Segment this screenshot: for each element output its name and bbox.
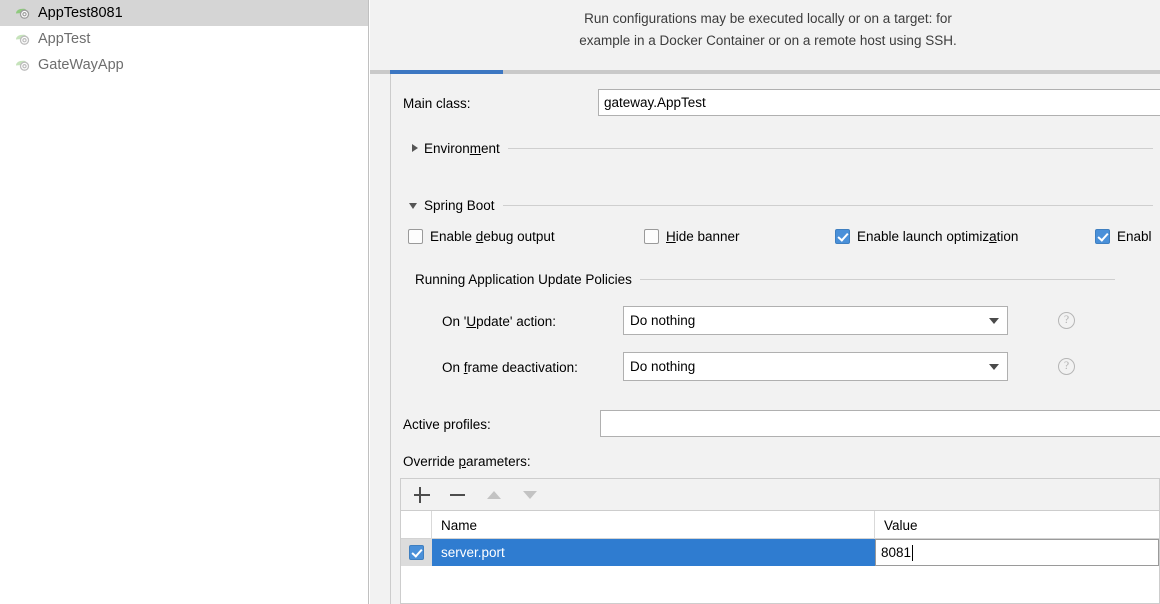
sidebar-item-gatewayapp[interactable]: GateWayApp [0, 52, 368, 78]
group-update-policies: Running Application Update Policies [415, 270, 1115, 288]
checkbox-enable-jmx-agent[interactable]: Enabl [1095, 229, 1152, 244]
remove-button[interactable] [448, 485, 468, 505]
table-header-checkbox-col [401, 511, 432, 539]
tab-configuration-active-indicator[interactable] [390, 70, 503, 74]
on-update-action-help-icon[interactable]: ? [1058, 312, 1075, 329]
spring-boot-icon [16, 34, 30, 45]
target-description: Run configurations may be executed local… [388, 8, 1148, 52]
text-caret [912, 544, 914, 561]
checkbox-box-icon [409, 545, 424, 560]
chevron-right-icon [408, 141, 422, 155]
section-environment-label: Environment [424, 140, 500, 156]
section-environment[interactable]: Environment [408, 139, 1153, 157]
move-down-button [520, 485, 540, 505]
checkbox-label: Enable debug output [430, 229, 555, 244]
checkbox-enable-launch-optimization[interactable]: Enable launch optimization [835, 229, 1018, 244]
sidebar-item-apptest8081[interactable]: AppTest8081 [0, 0, 368, 26]
table-header-value[interactable]: Value [875, 511, 1159, 539]
run-configuration-dialog: AppTest8081 AppTest GateWayApp Run confi… [0, 0, 1160, 604]
description-line-2: example in a Docker Container or on a re… [579, 33, 957, 48]
description-line-1: Run configurations may be executed local… [584, 11, 952, 26]
checkbox-label: Enabl [1117, 229, 1152, 244]
on-update-action-value: Do nothing [630, 313, 696, 328]
checkbox-box-icon [408, 229, 423, 244]
section-separator-line [507, 147, 1153, 149]
add-button[interactable] [412, 485, 432, 505]
active-profiles-input[interactable] [600, 410, 1160, 437]
active-profiles-label: Active profiles: [403, 417, 491, 432]
move-up-button [484, 485, 504, 505]
override-parameters-label: Override parameters: [403, 454, 531, 469]
row-value-text: 8081 [881, 545, 912, 560]
content-left-border [390, 74, 391, 604]
configurations-tree-sidebar: AppTest8081 AppTest GateWayApp [0, 0, 369, 604]
checkbox-hide-banner[interactable]: Hide banner [644, 229, 740, 244]
tab-strip [370, 70, 1160, 74]
override-parameters-table: Name Value server.port 8081 [400, 510, 1160, 604]
main-class-input[interactable]: gateway.AppTest [598, 89, 1160, 116]
main-class-label: Main class: [403, 96, 471, 111]
sidebar-item-apptest[interactable]: AppTest [0, 26, 368, 52]
on-update-action-label: On 'Update' action: [442, 314, 556, 329]
checkbox-label: Hide banner [666, 229, 740, 244]
section-spring-boot[interactable]: Spring Boot [408, 196, 1153, 214]
sidebar-item-label: GateWayApp [38, 57, 124, 73]
checkbox-label: Enable launch optimization [857, 229, 1019, 244]
sidebar-item-label: AppTest8081 [38, 5, 123, 21]
spring-boot-icon [16, 60, 30, 71]
table-row[interactable]: server.port 8081 [401, 539, 1159, 566]
checkbox-box-icon [835, 229, 850, 244]
chevron-down-icon [408, 198, 422, 212]
table-header-row: Name Value [401, 511, 1159, 539]
checkbox-box-icon [644, 229, 659, 244]
group-update-policies-label: Running Application Update Policies [415, 271, 632, 287]
table-empty-area [401, 566, 1159, 603]
checkbox-enable-debug-output[interactable]: Enable debug output [408, 229, 555, 244]
checkbox-box-icon [1095, 229, 1110, 244]
row-value-cell-editor[interactable]: 8081 [875, 539, 1159, 566]
chevron-down-icon[interactable] [981, 353, 1007, 380]
section-separator-line [502, 204, 1153, 206]
on-frame-deactivation-label: On frame deactivation: [442, 360, 578, 375]
section-spring-boot-label: Spring Boot [424, 197, 495, 213]
main-class-value: gateway.AppTest [604, 95, 706, 110]
override-parameters-toolbar [400, 478, 1160, 510]
spring-boot-options-row: Enable debug output Hide banner Enable l… [370, 228, 1160, 248]
sidebar-item-label: AppTest [38, 31, 91, 47]
spring-boot-icon [16, 8, 30, 19]
table-header-name[interactable]: Name [432, 511, 875, 539]
row-enabled-checkbox-cell[interactable] [401, 539, 432, 566]
group-separator-line [639, 278, 1115, 280]
row-name-cell[interactable]: server.port [432, 539, 875, 566]
on-frame-deactivation-select[interactable]: Do nothing [623, 352, 1008, 381]
chevron-down-icon[interactable] [981, 307, 1007, 334]
on-frame-deactivation-value: Do nothing [630, 359, 696, 374]
on-frame-deactivation-help-icon[interactable]: ? [1058, 358, 1075, 375]
on-update-action-select[interactable]: Do nothing [623, 306, 1008, 335]
